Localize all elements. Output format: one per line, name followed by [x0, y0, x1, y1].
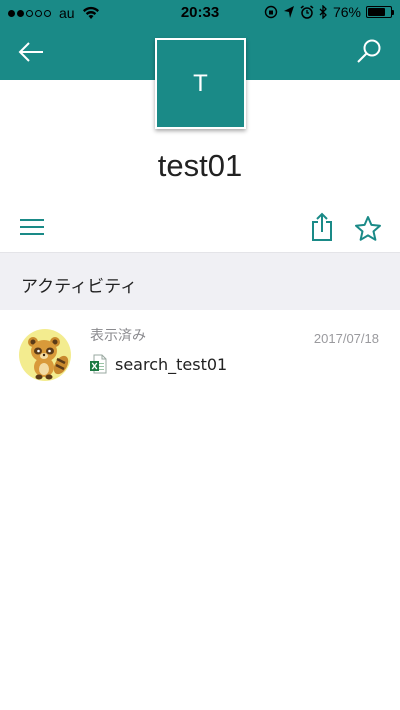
alarm-icon [300, 5, 314, 19]
hamburger-menu-icon [20, 219, 44, 235]
battery-icon [366, 6, 394, 18]
battery-percent: 76% [332, 4, 361, 20]
page-title: test01 [157, 148, 243, 183]
back-button[interactable] [16, 38, 46, 66]
section-title: アクティビティ [21, 277, 138, 297]
activity-date: 2017/07/18 [313, 331, 379, 346]
search-button[interactable] [354, 36, 384, 66]
rotation-lock-icon [264, 5, 278, 19]
activity-file[interactable]: search_test01 [90, 354, 227, 374]
location-arrow-icon [283, 6, 294, 18]
share-icon [312, 212, 332, 241]
arrow-left-icon [18, 42, 43, 62]
activity-file-name: search_test01 [115, 354, 228, 374]
tanuki-avatar-icon [19, 329, 71, 381]
favorite-button[interactable] [353, 213, 383, 243]
search-icon [357, 39, 381, 63]
activity-section-header: アクティビティ [0, 252, 400, 310]
status-bar: au 20:33 76% [0, 0, 400, 26]
star-icon [355, 215, 381, 241]
bluetooth-icon [319, 5, 327, 19]
activity-action: 表示済み [90, 328, 146, 344]
share-button[interactable] [308, 211, 336, 243]
excel-file-icon [90, 354, 107, 374]
group-avatar: T [155, 38, 246, 129]
activity-item[interactable]: 表示済み 2017/07/18 search_test01 [0, 310, 400, 400]
menu-button[interactable] [18, 213, 46, 241]
